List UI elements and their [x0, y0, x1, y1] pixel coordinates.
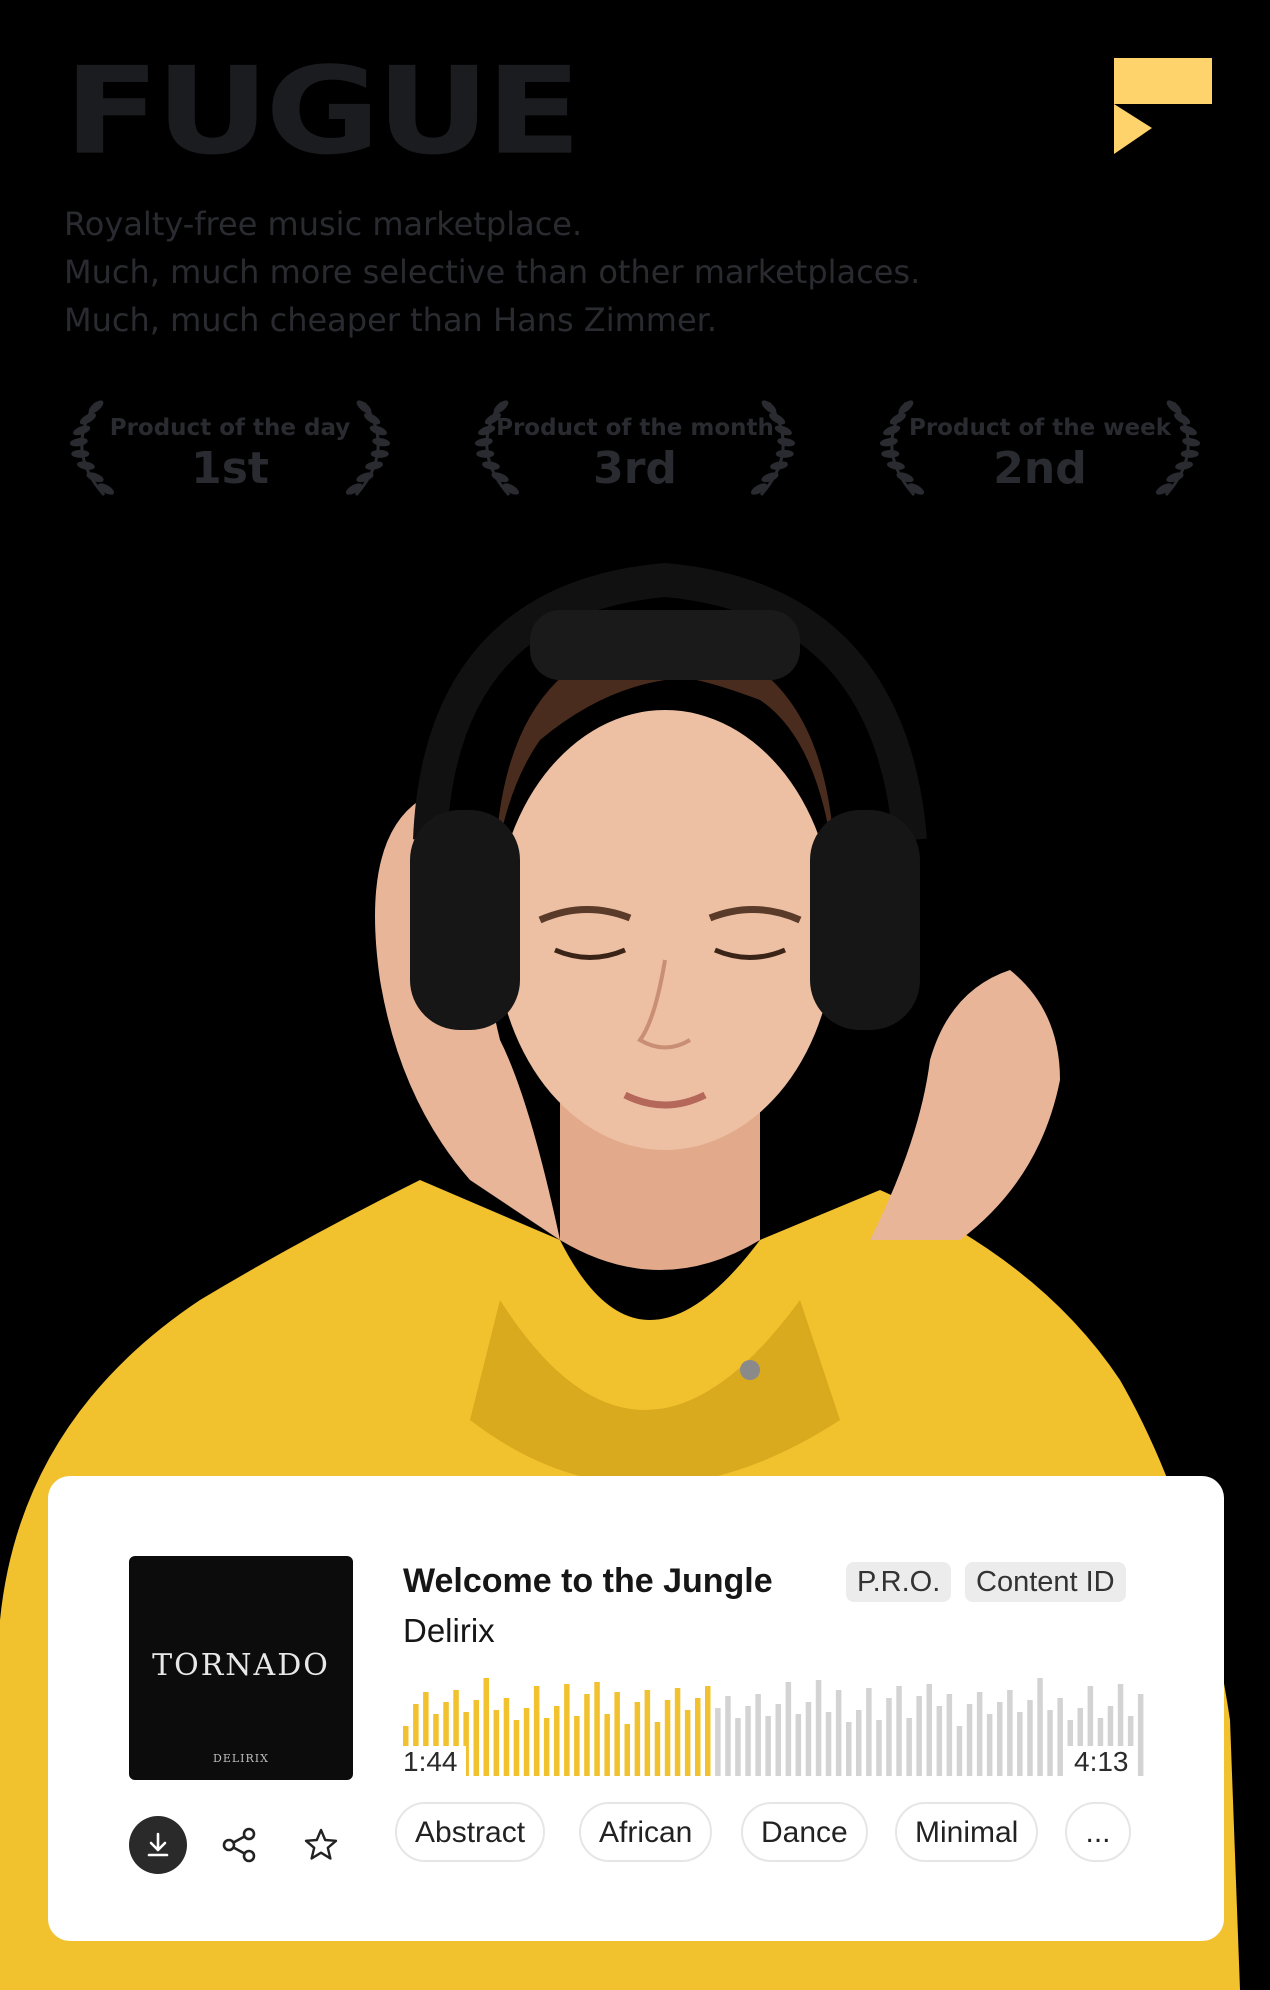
waveform-bar — [574, 1716, 580, 1776]
waveform-bar — [503, 1698, 510, 1776]
waveform-bar — [946, 1694, 953, 1776]
content-id-badge: Content ID — [965, 1562, 1126, 1602]
waveform-bar — [976, 1692, 983, 1776]
waveform-bar — [554, 1706, 560, 1776]
pro-badge: P.R.O. — [846, 1562, 952, 1602]
waveform-bar — [846, 1722, 852, 1776]
waveform-bar — [543, 1718, 550, 1776]
waveform-bar — [513, 1720, 520, 1776]
waveform-bar — [886, 1698, 892, 1776]
fugue-logo[interactable] — [1114, 58, 1212, 158]
waveform-bar — [695, 1698, 701, 1776]
waveform-bar — [785, 1682, 792, 1776]
tag-chip[interactable]: Dance — [741, 1802, 868, 1862]
awards-row: Product of the day 1st Product of the mo… — [60, 395, 1210, 505]
waveform-bar — [765, 1716, 771, 1776]
album-cover[interactable]: TORNADO DELIRIX — [129, 1556, 353, 1780]
waveform-bar — [725, 1696, 731, 1776]
waveform-bar — [1007, 1690, 1013, 1776]
waveform-bar — [715, 1708, 721, 1776]
download-button[interactable] — [129, 1816, 187, 1874]
laurel-right-icon — [345, 400, 391, 496]
waveform-bar — [564, 1684, 570, 1776]
waveform-bar — [614, 1692, 620, 1776]
favorite-button[interactable] — [292, 1816, 350, 1874]
tagline-line: Much, much more selective than other mar… — [64, 253, 921, 291]
waveform-bar — [936, 1706, 943, 1776]
waveform-bar — [1057, 1698, 1063, 1776]
laurel-right-icon — [750, 400, 796, 496]
award-badge: Product of the month 3rd — [465, 395, 805, 505]
waveform-bar — [856, 1710, 862, 1776]
tagline-line: Royalty-free music marketplace. — [64, 205, 583, 243]
waveform-bar — [1037, 1678, 1043, 1776]
waveform-bar — [775, 1704, 781, 1776]
star-icon — [304, 1828, 338, 1860]
waveform-bar — [735, 1718, 741, 1776]
waveform-bar — [604, 1714, 610, 1776]
award-badge: Product of the day 1st — [60, 395, 400, 505]
waveform-bar — [795, 1714, 802, 1776]
waveform-bar — [876, 1720, 882, 1776]
tagline: Royalty-free music marketplace. Much, mu… — [64, 200, 920, 344]
waveform-bar — [866, 1688, 872, 1776]
download-icon — [147, 1832, 169, 1857]
share-icon — [222, 1827, 256, 1863]
waveform-bar — [755, 1694, 761, 1776]
laurel-right-icon — [1155, 400, 1201, 496]
waveform-bar — [805, 1702, 812, 1776]
waveform-bar — [986, 1714, 993, 1776]
waveform-bar — [684, 1710, 691, 1776]
brand-title: FUGUE — [64, 41, 582, 182]
waveform-bar — [906, 1718, 912, 1776]
share-button[interactable] — [211, 1816, 269, 1874]
waveform-bar — [1017, 1712, 1023, 1776]
waveform-bar — [523, 1708, 530, 1776]
cover-artist: DELIRIX — [213, 1752, 269, 1765]
waveform-bar — [956, 1726, 963, 1776]
waveform-bar — [654, 1722, 661, 1776]
waveform-bar — [916, 1696, 922, 1776]
waveform-bar — [1047, 1710, 1053, 1776]
waveform-bar — [835, 1690, 842, 1776]
waveform-bar — [594, 1682, 600, 1776]
cover-title: TORNADO — [152, 1648, 330, 1683]
waveform-bar — [966, 1704, 973, 1776]
award-badge: Product of the week 2nd — [870, 395, 1210, 505]
waveform-bar — [473, 1700, 479, 1776]
tag-chip[interactable]: Abstract — [395, 1802, 546, 1862]
waveform-bar — [825, 1712, 832, 1776]
waveform-bar — [926, 1684, 932, 1776]
waveform-bar — [1137, 1694, 1144, 1776]
waveform-bar — [745, 1706, 751, 1776]
waveform-bar — [584, 1694, 590, 1776]
waveform-bar — [624, 1724, 630, 1776]
waveform-bar — [1027, 1700, 1033, 1776]
total-duration: 4:13 — [1066, 1746, 1137, 1778]
track-title[interactable]: Welcome to the Jungle — [403, 1562, 773, 1601]
waveform-bar — [674, 1688, 681, 1776]
tag-chip[interactable]: African — [579, 1802, 713, 1862]
waveform-bar — [705, 1686, 711, 1776]
waveform-bar — [533, 1686, 540, 1776]
track-card: TORNADO DELIRIX Welcome to the Jungle De… — [48, 1476, 1224, 1941]
artist-name[interactable]: Delirix — [403, 1612, 495, 1650]
waveform-bar — [634, 1702, 641, 1776]
more-tags-button[interactable]: ... — [1065, 1802, 1131, 1862]
waveform-bar — [664, 1700, 671, 1776]
waveform-bar — [493, 1710, 500, 1776]
waveform-bar — [815, 1680, 822, 1776]
waveform[interactable] — [403, 1676, 1148, 1776]
elapsed-time: 1:44 — [395, 1746, 466, 1778]
tagline-line: Much, much cheaper than Hans Zimmer. — [64, 301, 718, 339]
tag-chip[interactable]: Minimal — [895, 1802, 1039, 1862]
waveform-bar — [896, 1686, 902, 1776]
waveform-bar — [997, 1702, 1003, 1776]
waveform-bar — [483, 1678, 489, 1776]
waveform-bar — [644, 1690, 651, 1776]
